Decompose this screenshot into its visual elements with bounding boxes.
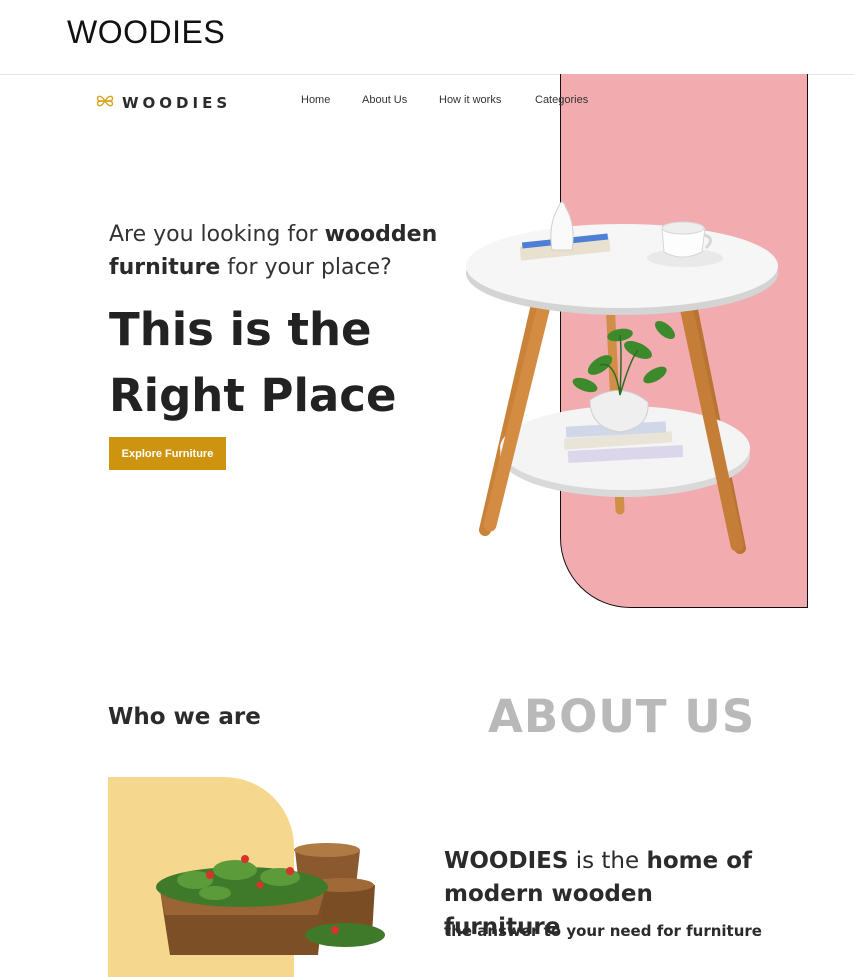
hero-sub-bold-2: furniture bbox=[109, 255, 221, 280]
about-headline-brand: WOODIES bbox=[444, 848, 569, 874]
who-we-are-heading: Who we are bbox=[108, 704, 261, 730]
about-us-watermark: ABOUT US bbox=[488, 690, 756, 743]
nav-link-about[interactable]: About Us bbox=[362, 94, 407, 106]
nav-link-categories[interactable]: Categories bbox=[535, 94, 588, 106]
side-table-image bbox=[466, 201, 778, 554]
nav-link-how-it-works[interactable]: How it works bbox=[439, 94, 501, 106]
about-tagline: the answer to your need for furniture bbox=[444, 922, 762, 940]
top-banner: WOODIES bbox=[0, 0, 854, 75]
explore-furniture-button[interactable]: Explore Furniture bbox=[109, 437, 226, 470]
logo-text: WOODIES bbox=[122, 94, 232, 112]
banner-title: WOODIES bbox=[67, 14, 226, 50]
hero-title-line-1: This is the bbox=[109, 303, 372, 356]
flower-logo-icon bbox=[94, 90, 116, 116]
about-headline-mid: is the bbox=[568, 848, 647, 874]
wooden-bowls-image bbox=[156, 843, 385, 955]
hero-sub-text: Are you looking for bbox=[109, 222, 325, 247]
hero-sub-bold: woodden bbox=[324, 222, 438, 247]
hero-title-line-2: Right Place bbox=[109, 369, 397, 422]
hero-subtitle: Are you looking for woodden furniture fo… bbox=[109, 218, 439, 284]
hero-title: This is the Right Place bbox=[109, 297, 449, 429]
hero-sub-text-2: for your place? bbox=[220, 255, 392, 280]
nav-logo[interactable]: WOODIES bbox=[94, 90, 231, 116]
nav-link-home[interactable]: Home bbox=[301, 94, 330, 106]
